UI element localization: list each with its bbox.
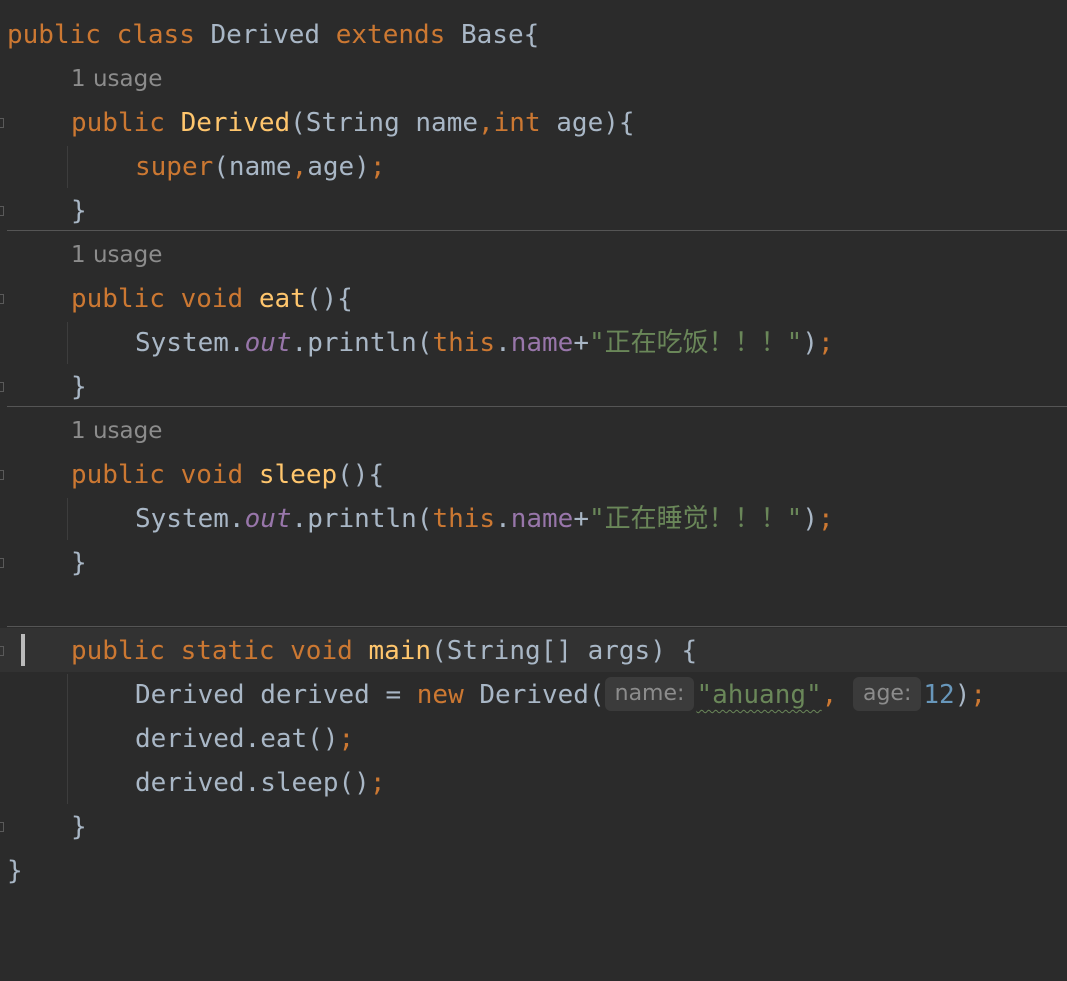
code-token: )	[802, 504, 818, 534]
code-token: .println(	[291, 328, 433, 358]
code-line-brace[interactable]: }	[0, 365, 87, 409]
code-token: System.	[135, 328, 245, 358]
indent-guide	[67, 146, 68, 188]
keyword: extends	[335, 20, 446, 50]
method-name: sleep	[258, 460, 338, 490]
method-name: main	[368, 636, 432, 666]
keyword: void	[180, 284, 244, 314]
operator: +	[573, 504, 589, 534]
keyword: super	[135, 152, 214, 182]
keyword: public	[7, 20, 101, 50]
keyword: this	[432, 328, 496, 358]
code-line-main-declaration[interactable]: public static void main(String[] args) {	[0, 629, 697, 673]
keyword: this	[432, 504, 496, 534]
static-field: out	[244, 504, 292, 534]
indent-guide	[67, 498, 68, 540]
string-literal: "ahuang"	[696, 680, 822, 710]
keyword: new	[416, 680, 464, 710]
indent-guide	[67, 322, 68, 364]
code-line-sleep-call[interactable]: derived.sleep();	[0, 761, 385, 805]
code-token: .	[495, 504, 511, 534]
code-line-eat-body[interactable]: System.out.println(this.name+"正在吃饭！！！");	[0, 321, 834, 365]
method-name: eat	[258, 284, 306, 314]
code-line-sleep-body[interactable]: System.out.println(this.name+"正在睡觉！！！");	[0, 497, 834, 541]
code-line-eat-declaration[interactable]: public void eat(){	[0, 277, 353, 321]
static-field: out	[244, 328, 292, 358]
code-line-sleep-declaration[interactable]: public void sleep(){	[0, 453, 384, 497]
code-token: age)	[307, 152, 370, 182]
keyword: public	[71, 460, 165, 490]
code-line-brace[interactable]: }	[0, 189, 87, 233]
field: name	[510, 328, 574, 358]
string-literal: "正在吃饭！！！"	[589, 328, 803, 358]
keyword: public	[71, 636, 165, 666]
class-name: Derived	[210, 20, 321, 50]
base-class: Base{	[460, 20, 540, 50]
punctuation: ,	[291, 152, 308, 182]
keyword: public	[71, 284, 165, 314]
method-name: Derived	[180, 108, 291, 138]
code-token: derived.sleep()	[135, 768, 370, 798]
closing-brace: }	[71, 372, 87, 402]
closing-brace: }	[7, 856, 23, 886]
usage-hint[interactable]: 1 usage	[71, 409, 162, 453]
code-line-eat-call[interactable]: derived.eat();	[0, 717, 354, 761]
code-token: derived.eat()	[135, 724, 339, 754]
keyword: class	[116, 20, 195, 50]
method-separator	[7, 406, 1067, 407]
code-editor[interactable]: public class Derived extends Base{ 1 usa…	[0, 0, 1067, 903]
keyword: static	[180, 636, 275, 666]
code-token: .println(	[291, 504, 433, 534]
closing-brace: }	[71, 812, 87, 842]
operator: +	[573, 328, 589, 358]
usage-hint[interactable]: 1 usage	[71, 57, 162, 101]
code-token: Derived derived =	[135, 680, 417, 710]
code-line-brace[interactable]: }	[0, 541, 87, 585]
code-line-class-declaration[interactable]: public class Derived extends Base{	[0, 13, 539, 57]
indent-guide	[67, 674, 68, 804]
keyword: void	[290, 636, 353, 666]
code-line-brace[interactable]: }	[0, 805, 87, 849]
code-token: )	[802, 328, 818, 358]
code-line-new-derived[interactable]: Derived derived = new Derived(name: "ahua…	[0, 673, 986, 717]
code-line-class-close[interactable]: }	[0, 849, 63, 893]
code-token: (String[] args) {	[431, 636, 698, 666]
punctuation: ;	[338, 724, 355, 754]
code-token: Derived(	[463, 680, 605, 710]
method-separator	[7, 230, 1067, 231]
punctuation: ;	[817, 504, 834, 534]
punctuation: ,	[478, 108, 494, 138]
code-token: System.	[135, 504, 245, 534]
code-token: (name	[213, 152, 292, 182]
code-token: (){	[305, 284, 353, 314]
code-line-constructor[interactable]: public Derived(String name,int age){	[0, 101, 635, 145]
code-token: .	[495, 328, 511, 358]
parameter-hint-age: age:	[852, 676, 922, 711]
punctuation: ,	[821, 680, 838, 710]
keyword: public	[71, 108, 165, 138]
closing-brace: }	[71, 196, 87, 226]
punctuation: ;	[970, 680, 987, 710]
code-token: (){	[337, 460, 385, 490]
punctuation: ;	[817, 328, 834, 358]
keyword: void	[180, 460, 244, 490]
code-token: )	[954, 680, 971, 710]
parameter-hint-name: name:	[604, 676, 695, 711]
string-literal: "正在睡觉！！！"	[589, 504, 803, 534]
field: name	[510, 504, 574, 534]
usage-hint[interactable]: 1 usage	[71, 233, 162, 277]
number-literal: 12	[923, 680, 955, 710]
method-separator	[7, 626, 1067, 627]
code-token: age){	[540, 108, 635, 138]
punctuation: ;	[369, 152, 386, 182]
keyword: int	[493, 108, 541, 138]
closing-brace: }	[71, 548, 87, 578]
code-line-super-call[interactable]: super(name,age);	[0, 145, 386, 189]
punctuation: ;	[369, 768, 386, 798]
code-token: (String name	[290, 108, 478, 138]
